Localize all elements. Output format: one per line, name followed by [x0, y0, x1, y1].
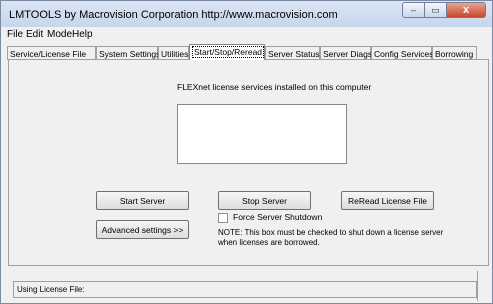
menu-bar: File Edit Mode Help: [1, 27, 492, 43]
status-text: Using License File:: [17, 285, 85, 294]
tab-server-diags[interactable]: Server Diags: [320, 46, 372, 60]
start-stop-reread-panel: FLEXnet license services installed on th…: [8, 59, 489, 266]
status-divider: [477, 271, 478, 301]
stop-server-button[interactable]: Stop Server: [218, 191, 311, 210]
tab-config-services[interactable]: Config Services: [371, 46, 434, 60]
tab-start-stop-reread[interactable]: Start/Stop/Reread: [189, 44, 265, 60]
tab-start-stop-reread-label: Start/Stop/Reread: [192, 46, 265, 58]
tab-system-settings[interactable]: System Settings: [96, 46, 160, 60]
menu-mode[interactable]: Mode: [47, 29, 72, 40]
tab-service-license-file[interactable]: Service/License File: [7, 46, 96, 60]
advanced-settings-button[interactable]: Advanced settings >>: [96, 220, 189, 239]
menu-edit[interactable]: Edit: [26, 29, 43, 40]
reread-license-file-button[interactable]: ReRead License File: [341, 191, 434, 210]
services-label: FLEXnet license services installed on th…: [177, 82, 372, 92]
force-shutdown-note: NOTE: This box must be checked to shut d…: [218, 228, 444, 247]
title-bar[interactable]: LMTOOLS by Macrovision Corporation http:…: [1, 1, 492, 27]
tab-borrowing[interactable]: Borrowing: [432, 46, 477, 60]
force-shutdown-checkbox[interactable]: [218, 213, 228, 223]
window-title: LMTOOLS by Macrovision Corporation http:…: [9, 9, 338, 21]
force-shutdown-label: Force Server Shutdown: [233, 212, 323, 222]
close-button[interactable]: x: [446, 2, 486, 18]
menu-file[interactable]: File: [7, 29, 23, 40]
status-bar: Using License File:: [13, 281, 477, 298]
maximize-button[interactable]: ▭: [425, 2, 446, 18]
tab-utilities[interactable]: Utilities: [158, 46, 189, 60]
menu-help[interactable]: Help: [72, 29, 93, 40]
caption-buttons: – ▭ x: [402, 2, 486, 19]
minimize-button[interactable]: –: [402, 2, 425, 18]
tab-server-status[interactable]: Server Status: [265, 46, 320, 60]
start-server-button[interactable]: Start Server: [96, 191, 189, 210]
lmtools-window: LMTOOLS by Macrovision Corporation http:…: [0, 0, 493, 304]
services-list[interactable]: [177, 104, 347, 164]
